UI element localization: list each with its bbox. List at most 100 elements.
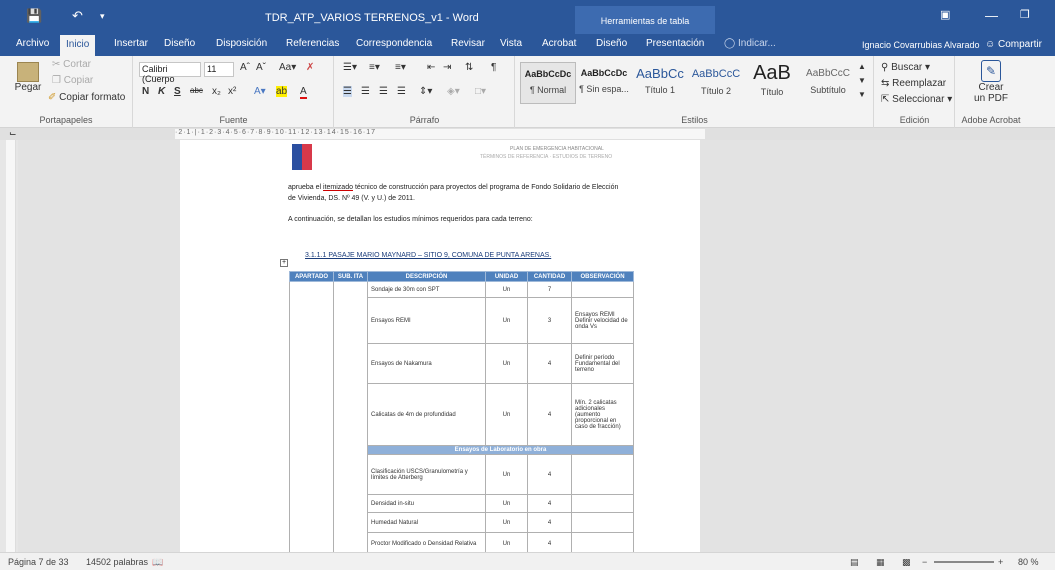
styles-scroll-up-icon[interactable]: ▲ — [858, 62, 866, 71]
qty-cell[interactable]: 4 — [527, 343, 572, 384]
line-spacing-icon[interactable]: ⇕▾ — [419, 86, 432, 97]
tab-archivo[interactable]: Archivo — [10, 37, 55, 50]
vertical-ruler[interactable] — [6, 140, 16, 552]
restore-icon[interactable]: ❐ — [1020, 8, 1030, 21]
unit-cell[interactable]: Un — [485, 297, 528, 344]
cut-button[interactable]: ✂ Cortar — [52, 59, 91, 70]
share-button[interactable]: ☺ Compartir — [985, 39, 1042, 50]
pilcrow-icon[interactable]: ¶ — [491, 62, 496, 73]
read-mode-icon[interactable]: ▤ — [850, 557, 859, 568]
tab-insertar[interactable]: Insertar — [108, 37, 154, 50]
qty-cell[interactable]: 7 — [527, 281, 572, 298]
page-count[interactable]: Página 7 de 33 — [8, 557, 69, 567]
desc-cell[interactable]: Ensayos de Nakamura — [367, 343, 486, 384]
obs-cell[interactable] — [571, 281, 634, 298]
desc-cell[interactable]: Proctor Modificado o Densidad Relativa — [367, 532, 486, 552]
ribbon-display-icon[interactable]: ▣ — [940, 8, 950, 21]
qty-cell[interactable]: 3 — [527, 297, 572, 344]
qty-cell[interactable]: 4 — [527, 383, 572, 446]
document-page[interactable]: PLAN DE EMERGENCIA HABITACIONAL TÉRMINOS… — [180, 140, 700, 552]
desc-cell[interactable]: Calicatas de 4m de profundidad — [367, 383, 486, 446]
qty-cell[interactable]: 4 — [527, 494, 572, 513]
subscript-icon[interactable]: x₂ — [212, 86, 221, 97]
sub-ita-cell[interactable] — [333, 281, 368, 552]
align-left-icon[interactable]: ☰ — [343, 86, 352, 97]
horizontal-ruler[interactable]: ⌙ ·2·1·|·1·2·3·4·5·6·7·8·9·10·11·12·13·1… — [0, 128, 1055, 140]
select-button[interactable]: ⇱ Seleccionar ▾ — [881, 94, 952, 105]
proofing-icon[interactable]: 📖 — [152, 557, 163, 568]
style-no-spacing[interactable]: AaBbCcDc ¶ Sin espa... — [576, 62, 632, 104]
obs-cell[interactable] — [571, 454, 634, 495]
minimize-icon[interactable]: — — [985, 8, 998, 23]
align-right-icon[interactable]: ☰ — [379, 86, 388, 97]
obs-cell[interactable]: Definir período Fundamental del terreno — [571, 343, 634, 384]
bold-button[interactable]: N — [142, 86, 149, 97]
unit-cell[interactable]: Un — [485, 454, 528, 495]
multilevel-list-icon[interactable]: ≡▾ — [395, 62, 406, 73]
shading-icon[interactable]: ◈▾ — [447, 86, 460, 97]
highlight-icon[interactable]: ab — [276, 86, 288, 97]
styles-more-icon[interactable]: ▼ — [858, 90, 866, 99]
tab-diseno[interactable]: Diseño — [158, 37, 201, 50]
change-case-icon[interactable]: Aa▾ — [279, 62, 296, 73]
apartado-cell[interactable] — [289, 281, 334, 552]
tab-vista[interactable]: Vista — [494, 37, 528, 50]
increase-indent-icon[interactable]: ⇥ — [443, 62, 451, 73]
format-painter-button[interactable]: ✐ Copiar formato — [48, 92, 125, 103]
word-count[interactable]: 14502 palabras — [86, 557, 148, 567]
tab-revisar[interactable]: Revisar — [445, 37, 491, 50]
document-area[interactable]: PLAN DE EMERGENCIA HABITACIONAL TÉRMINOS… — [18, 140, 1055, 552]
save-icon[interactable]: 💾 — [26, 8, 42, 24]
clear-format-icon[interactable]: ✗ — [306, 62, 314, 73]
tab-referencias[interactable]: Referencias — [280, 37, 345, 50]
justify-icon[interactable]: ☰ — [397, 86, 406, 97]
user-name[interactable]: Ignacio Covarrubias Alvarado — [862, 40, 980, 50]
shrink-font-icon[interactable]: Aˇ — [256, 62, 266, 73]
desc-cell[interactable]: Clasificación USCS/Granulometría y límit… — [367, 454, 486, 495]
text-effects-icon[interactable]: A▾ — [254, 86, 266, 97]
grow-font-icon[interactable]: Aˆ — [240, 62, 250, 73]
customize-qat-icon[interactable]: ▾ — [100, 11, 105, 22]
unit-cell[interactable]: Un — [485, 281, 528, 298]
superscript-icon[interactable]: x² — [228, 86, 236, 97]
zoom-slider[interactable] — [934, 561, 994, 563]
table-move-handle[interactable]: + — [280, 259, 288, 267]
obs-cell[interactable]: Mín. 2 calicatas adicionales (aumento pr… — [571, 383, 634, 446]
tell-me-search[interactable]: ◯ Indicar... — [718, 37, 782, 50]
zoom-level[interactable]: 80 % — [1018, 557, 1039, 567]
unit-cell[interactable]: Un — [485, 512, 528, 533]
qty-cell[interactable]: 4 — [527, 512, 572, 533]
italic-button[interactable]: K — [158, 86, 165, 97]
underline-button[interactable]: S — [174, 86, 181, 97]
align-center-icon[interactable]: ☰ — [361, 86, 370, 97]
tab-selector-icon[interactable]: ⌙ — [9, 128, 17, 139]
tab-table-layout[interactable]: Presentación — [640, 37, 710, 50]
desc-cell[interactable]: Sondaje de 30m con SPT — [367, 281, 486, 298]
obs-cell[interactable] — [571, 512, 634, 533]
web-layout-icon[interactable]: ▩ — [902, 557, 911, 568]
bullets-icon[interactable]: ☰▾ — [343, 62, 357, 73]
style-normal[interactable]: AaBbCcDc ¶ Normal — [520, 62, 576, 104]
decrease-indent-icon[interactable]: ⇤ — [427, 62, 435, 73]
replace-button[interactable]: ⇆ Reemplazar — [881, 78, 946, 89]
style-title[interactable]: AaB Título — [744, 62, 800, 104]
tab-correspondencia[interactable]: Correspondencia — [350, 37, 438, 50]
desc-cell[interactable]: Ensayos REMI — [367, 297, 486, 344]
numbering-icon[interactable]: ≡▾ — [369, 62, 380, 73]
tab-inicio[interactable]: Inicio — [60, 35, 96, 56]
copy-button[interactable]: ❐ Copiar — [52, 75, 93, 86]
strikethrough-icon[interactable]: abc — [190, 86, 203, 95]
paste-button[interactable]: Pegar — [10, 62, 46, 93]
zoom-out-icon[interactable]: − — [922, 557, 927, 567]
sort-icon[interactable]: ⇅ — [465, 62, 473, 73]
tab-disposicion[interactable]: Disposición — [210, 37, 273, 50]
style-heading-1[interactable]: AaBbCc Título 1 — [632, 62, 688, 104]
desc-cell[interactable]: Densidad in-situ — [367, 494, 486, 513]
qty-cell[interactable]: 4 — [527, 454, 572, 495]
zoom-in-icon[interactable]: + — [998, 557, 1003, 567]
obs-cell[interactable] — [571, 494, 634, 513]
style-heading-2[interactable]: AaBbCcC Título 2 — [688, 62, 744, 104]
desc-cell[interactable]: Humedad Natural — [367, 512, 486, 533]
unit-cell[interactable]: Un — [485, 383, 528, 446]
style-subtitle[interactable]: AaBbCcC Subtítulo — [800, 62, 856, 104]
